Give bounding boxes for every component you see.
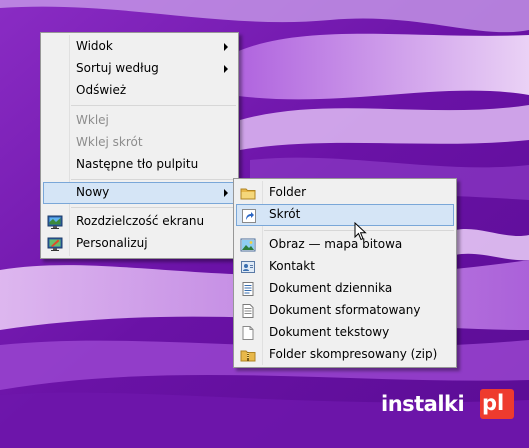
- rich-text-document-icon: [240, 303, 256, 319]
- shortcut-icon: [241, 208, 257, 224]
- menu-item-personalize[interactable]: Personalizuj: [43, 233, 236, 255]
- menu-separator: [71, 105, 236, 106]
- contact-icon: [240, 259, 256, 275]
- submenu-item-text-document[interactable]: Dokument tekstowy: [236, 322, 454, 344]
- menu-item-label: Dokument sformatowany: [269, 303, 421, 317]
- folder-icon: [240, 185, 256, 201]
- menu-item-label: Następne tło pulpitu: [76, 157, 199, 171]
- submenu-item-zip-folder[interactable]: Folder skompresowany (zip): [236, 344, 454, 366]
- watermark-pl-badge: pl: [480, 389, 514, 419]
- menu-item-refresh[interactable]: Odśwież: [43, 80, 236, 102]
- zip-folder-icon: [240, 347, 256, 363]
- menu-item-paste-shortcut[interactable]: Wklej skrót: [43, 132, 236, 154]
- menu-item-label: Wklej skrót: [76, 135, 143, 149]
- menu-item-new[interactable]: Nowy: [43, 182, 236, 204]
- menu-item-label: Nowy: [76, 185, 110, 199]
- menu-item-label: Personalizuj: [76, 236, 148, 250]
- menu-item-label: Dokument tekstowy: [269, 325, 390, 339]
- menu-item-label: Dokument dziennika: [269, 281, 393, 295]
- submenu-item-journal-document[interactable]: Dokument dziennika: [236, 278, 454, 300]
- submenu-item-folder[interactable]: Folder: [236, 182, 454, 204]
- menu-item-label: Kontakt: [269, 259, 315, 273]
- menu-item-label: Folder: [269, 185, 307, 199]
- text-document-icon: [240, 325, 256, 341]
- personalize-icon: [47, 236, 63, 252]
- menu-item-next-background[interactable]: Następne tło pulpitu: [43, 154, 236, 176]
- menu-item-screen-resolution[interactable]: Rozdzielczość ekranu: [43, 211, 236, 233]
- journal-document-icon: [240, 281, 256, 297]
- menu-item-label: Obraz — mapa bitowa: [269, 237, 403, 251]
- menu-item-label: Widok: [76, 39, 113, 53]
- new-submenu: Folder Skrót Obraz — mapa bitowa Kontakt…: [233, 178, 457, 368]
- menu-item-label: Wklej: [76, 113, 109, 127]
- menu-separator: [71, 207, 236, 208]
- menu-item-sort-by[interactable]: Sortuj według: [43, 58, 236, 80]
- menu-item-view[interactable]: Widok: [43, 36, 236, 58]
- instalki-watermark-logo: instalki pl: [375, 387, 517, 423]
- menu-item-label: Folder skompresowany (zip): [269, 347, 438, 361]
- watermark-text: instalki: [381, 392, 465, 416]
- watermark-suffix: pl: [482, 391, 505, 415]
- desktop-context-menu: Widok Sortuj według Odśwież Wklej Wklej …: [40, 32, 239, 259]
- bitmap-image-icon: [240, 237, 256, 253]
- submenu-item-bitmap-image[interactable]: Obraz — mapa bitowa: [236, 234, 454, 256]
- menu-item-label: Skrót: [269, 207, 301, 221]
- submenu-item-contact[interactable]: Kontakt: [236, 256, 454, 278]
- submenu-arrow-icon: [224, 65, 228, 73]
- submenu-item-shortcut[interactable]: Skrót: [236, 204, 454, 226]
- menu-separator: [71, 179, 236, 180]
- mouse-cursor-icon: [354, 221, 368, 245]
- menu-item-label: Odśwież: [76, 83, 127, 97]
- menu-item-label: Sortuj według: [76, 61, 159, 75]
- submenu-item-rich-text-document[interactable]: Dokument sformatowany: [236, 300, 454, 322]
- menu-item-label: Rozdzielczość ekranu: [76, 214, 205, 228]
- display-settings-icon: [47, 214, 63, 230]
- menu-item-paste[interactable]: Wklej: [43, 110, 236, 132]
- submenu-arrow-icon: [224, 189, 228, 197]
- submenu-arrow-icon: [224, 43, 228, 51]
